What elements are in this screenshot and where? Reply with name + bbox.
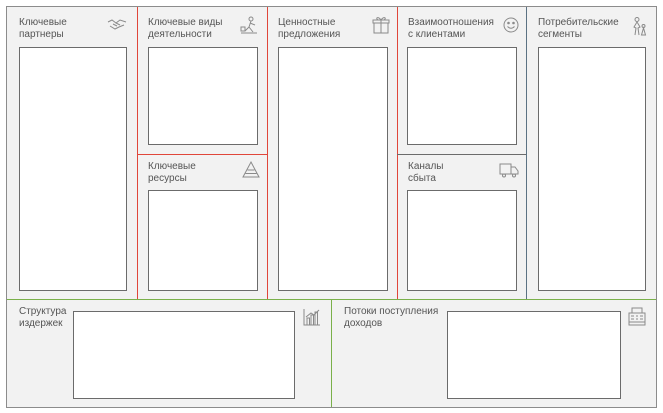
key-partners-box[interactable] bbox=[19, 47, 127, 291]
customer-segments-block: Потребительские сегменты bbox=[526, 7, 656, 299]
customer-relationships-box[interactable] bbox=[407, 47, 517, 145]
channels-block: Каналы сбыта bbox=[397, 154, 526, 299]
customer-relationships-block: Взаимоотношения с клиентами bbox=[397, 7, 526, 154]
value-propositions-label: Ценностные предложения bbox=[278, 17, 341, 40]
revenue-streams-block: Потоки поступления доходов bbox=[331, 299, 656, 407]
channels-box[interactable] bbox=[407, 190, 517, 291]
key-resources-label: Ключевые ресурсы bbox=[148, 161, 196, 184]
worker-icon bbox=[239, 15, 259, 35]
key-activities-box[interactable] bbox=[148, 47, 258, 145]
value-propositions-box[interactable] bbox=[278, 47, 388, 291]
cost-structure-label: Структура издержек bbox=[19, 306, 67, 329]
key-partners-block: Ключевые партнеры bbox=[7, 7, 137, 299]
key-resources-block: Ключевые ресурсы bbox=[137, 154, 267, 299]
key-activities-block: Ключевые виды деятельности bbox=[137, 7, 267, 154]
key-resources-box[interactable] bbox=[148, 190, 258, 291]
key-partners-label: Ключевые партнеры bbox=[19, 17, 67, 40]
customer-segments-box[interactable] bbox=[538, 47, 646, 291]
channels-label: Каналы сбыта bbox=[408, 161, 444, 184]
customer-relationships-label: Взаимоотношения с клиентами bbox=[408, 17, 494, 40]
pyramid-icon bbox=[241, 160, 261, 180]
people-icon bbox=[629, 16, 649, 36]
cost-structure-box[interactable] bbox=[73, 311, 295, 399]
key-activities-label: Ключевые виды деятельности bbox=[148, 17, 223, 40]
handshake-icon bbox=[107, 15, 127, 35]
gift-icon bbox=[371, 15, 391, 35]
cost-structure-block: Структура издержек bbox=[7, 299, 331, 407]
business-model-canvas: Ключевые партнеры Ключевые виды деятельн… bbox=[6, 6, 657, 408]
revenue-streams-label: Потоки поступления доходов bbox=[344, 306, 439, 329]
bar-chart-icon bbox=[302, 307, 322, 327]
cash-register-icon bbox=[627, 307, 647, 327]
revenue-streams-box[interactable] bbox=[447, 311, 621, 399]
value-propositions-block: Ценностные предложения bbox=[267, 7, 397, 299]
customer-segments-label: Потребительские сегменты bbox=[538, 17, 619, 40]
smiley-icon bbox=[501, 15, 521, 35]
truck-icon bbox=[499, 160, 519, 180]
